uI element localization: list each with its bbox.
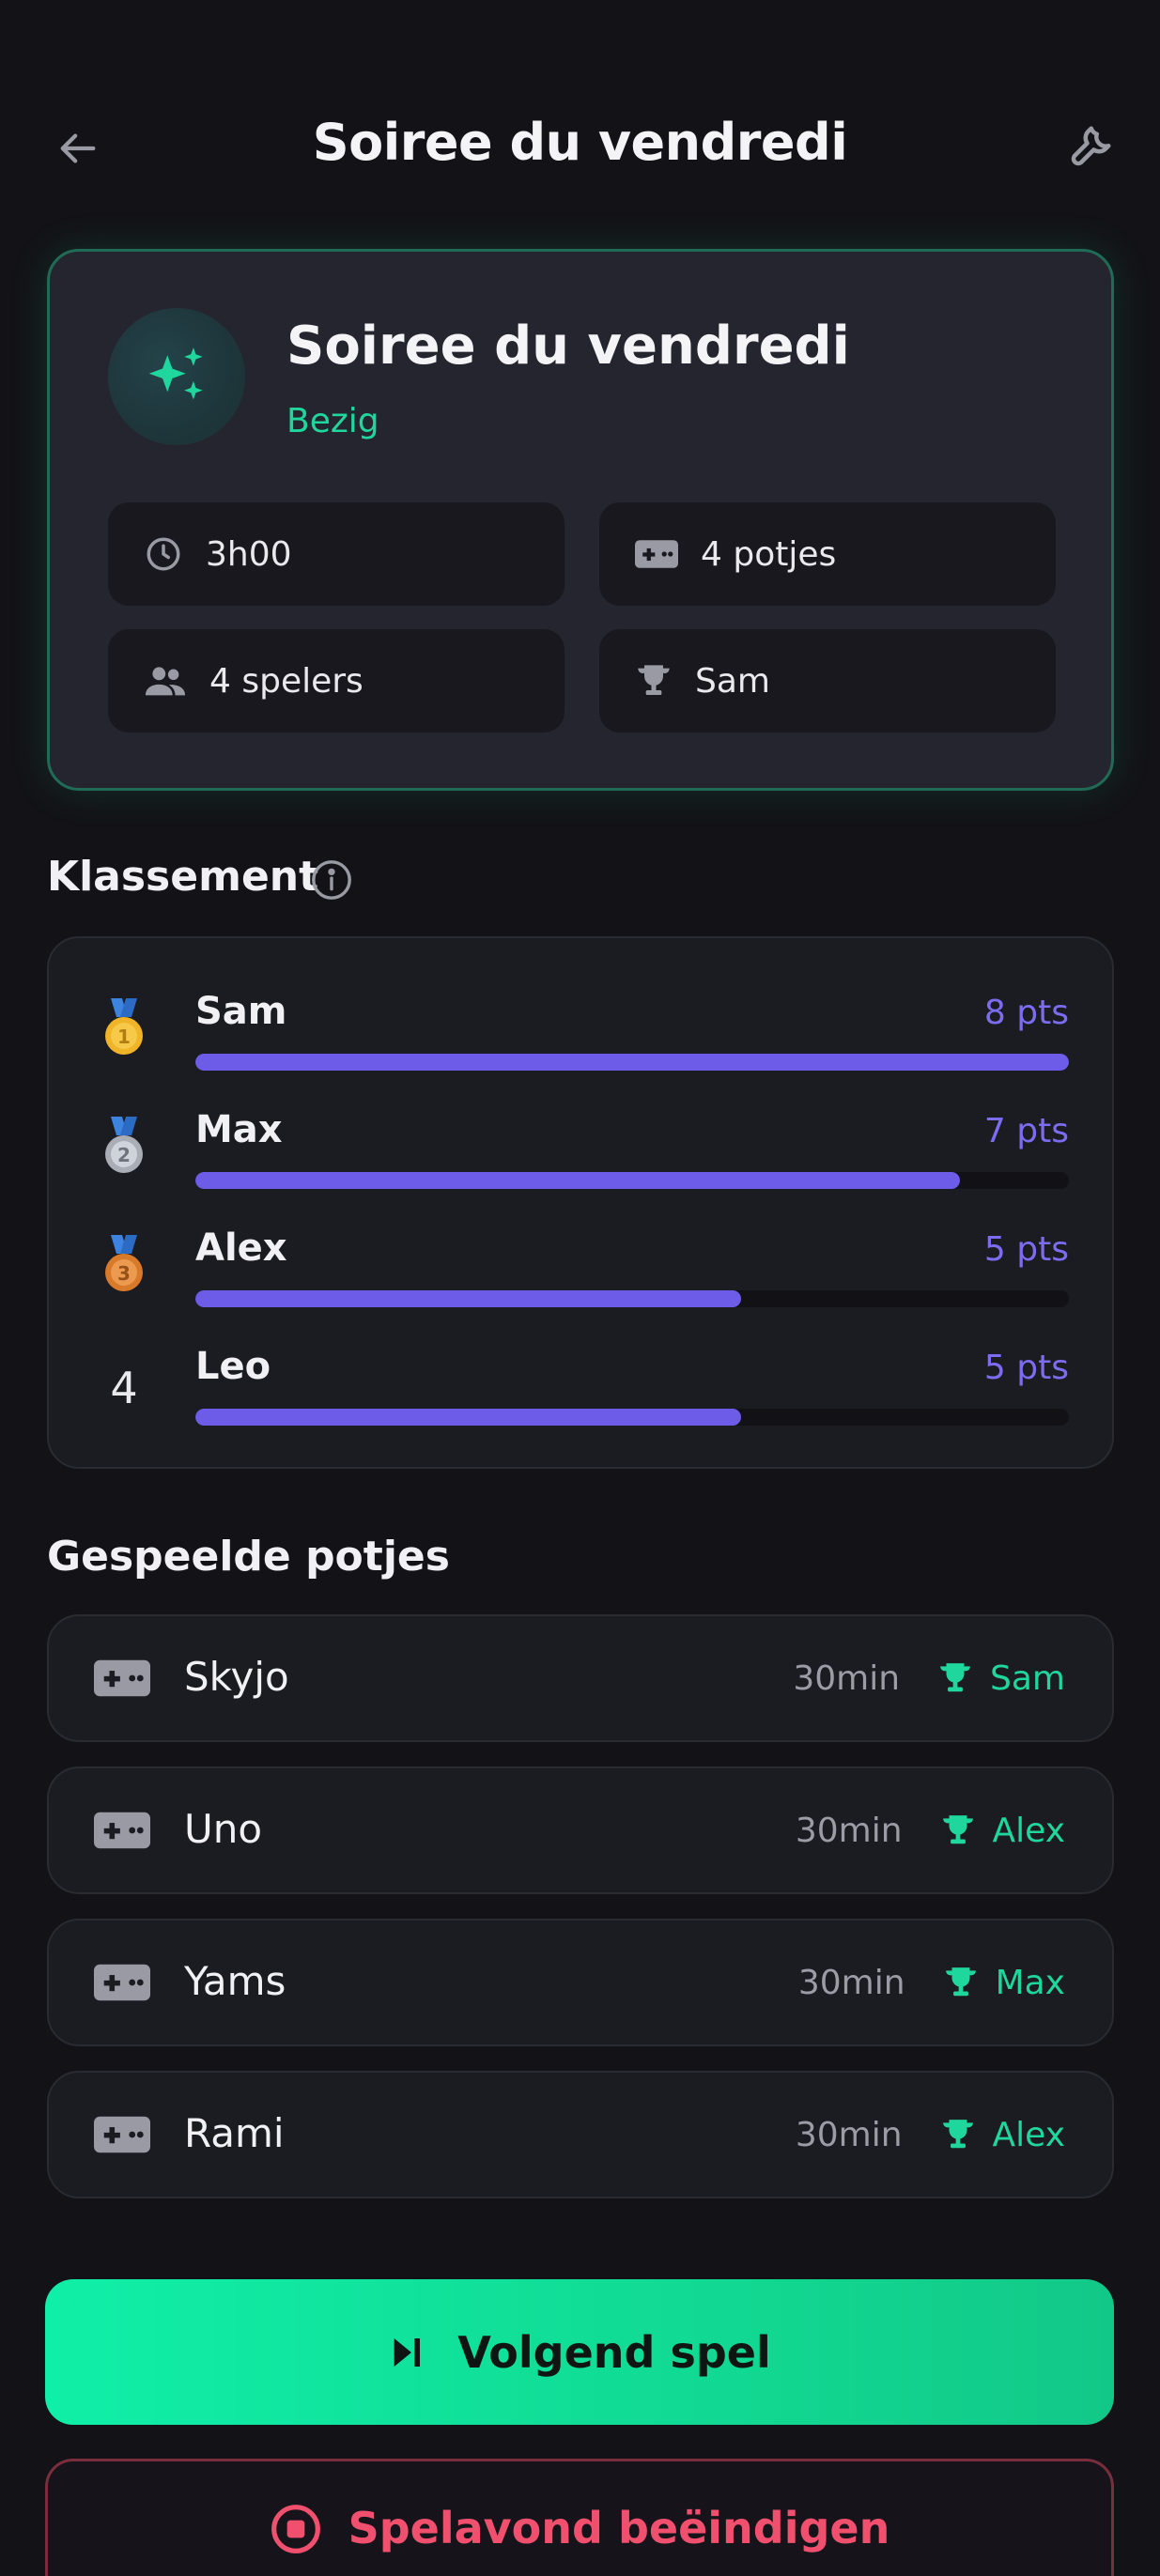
player-points: 5 pts xyxy=(983,1230,1069,1269)
player-name: Sam xyxy=(195,990,287,1033)
stat-duration: 3h00 xyxy=(108,502,565,606)
game-duration: 30min xyxy=(797,1963,905,2002)
sparkles-icon xyxy=(148,347,203,400)
game-duration: 30min xyxy=(795,2115,903,2154)
player-points: 8 pts xyxy=(983,994,1069,1032)
svg-text:2: 2 xyxy=(117,1144,131,1166)
stat-games-value: 4 potjes xyxy=(701,534,837,574)
points-bar-fill xyxy=(195,1409,742,1426)
game-name: Rami xyxy=(184,2110,285,2156)
stop-circle-icon xyxy=(271,2505,320,2553)
wrench-icon xyxy=(1071,126,1111,166)
player-points: 7 pts xyxy=(983,1112,1069,1150)
clock-icon xyxy=(147,537,180,571)
game-name: Yams xyxy=(184,1958,286,2004)
gamepad-icon xyxy=(635,540,678,568)
stat-players-value: 4 spelers xyxy=(209,661,363,701)
trophy-icon xyxy=(942,2120,973,2149)
gamepad-icon xyxy=(94,1812,150,1849)
game-winner: Sam xyxy=(937,1659,1065,1698)
settings-button[interactable] xyxy=(1058,115,1123,180)
trophy-icon xyxy=(638,665,670,695)
player-name: Max xyxy=(195,1108,283,1151)
leaderboard-row: 4 Leo 5 pts xyxy=(49,1345,1116,1448)
game-name: Skyjo xyxy=(184,1654,289,1700)
game-item[interactable]: Skyjo 30min Sam xyxy=(47,1614,1114,1742)
game-item[interactable]: Rami 30min Alex xyxy=(47,2071,1114,2198)
gamepad-icon xyxy=(94,1659,150,1697)
stat-players: 4 spelers xyxy=(108,629,565,733)
end-evening-label: Spelavond beëindigen xyxy=(348,2503,890,2553)
player-name: Alex xyxy=(195,1226,287,1270)
game-duration: 30min xyxy=(795,1811,903,1850)
game-item[interactable]: Uno 30min Alex xyxy=(47,1766,1114,1894)
trophy-icon xyxy=(940,1663,970,1692)
silver-medal-icon: 2 xyxy=(86,1108,162,1183)
game-winner-name: Alex xyxy=(992,1811,1065,1850)
game-winner: Max xyxy=(943,1964,1065,2002)
points-bar xyxy=(195,1172,1069,1189)
leaderboard-row: 1 Sam 8 pts xyxy=(49,990,1116,1093)
end-evening-button[interactable]: Spelavond beëindigen xyxy=(45,2459,1114,2576)
session-status: Bezig xyxy=(286,402,379,440)
page-title: Soiree du vendredi xyxy=(312,113,848,172)
leaderboard-row: 3 Alex 5 pts xyxy=(49,1226,1116,1330)
game-meta: 30min Alex xyxy=(796,2073,1065,2197)
game-winner-name: Sam xyxy=(990,1658,1065,1698)
stat-leader: Sam xyxy=(599,629,1056,733)
svg-text:3: 3 xyxy=(117,1262,131,1285)
session-title: Soiree du vendredi xyxy=(286,316,850,377)
game-item[interactable]: Yams 30min Max xyxy=(47,1919,1114,2046)
game-winner-name: Max xyxy=(995,1963,1065,2002)
session-avatar xyxy=(108,308,245,445)
points-bar-fill xyxy=(195,1172,960,1189)
player-name: Leo xyxy=(195,1345,271,1388)
bronze-medal-icon: 3 xyxy=(86,1226,162,1302)
next-game-label: Volgend spel xyxy=(457,2326,771,2378)
points-bar-fill xyxy=(195,1054,1069,1071)
gamepad-icon xyxy=(94,2116,150,2153)
svg-text:1: 1 xyxy=(117,1026,131,1048)
group-icon xyxy=(145,667,186,696)
player-points: 5 pts xyxy=(983,1349,1069,1387)
points-bar xyxy=(195,1409,1069,1426)
trophy-icon xyxy=(942,1815,973,1844)
game-winner: Alex xyxy=(940,2116,1065,2154)
game-winner: Alex xyxy=(940,1812,1065,1850)
skip-next-icon xyxy=(394,2337,421,2367)
leaderboard-row: 2 Max 7 pts xyxy=(49,1108,1116,1211)
game-meta: 30min Alex xyxy=(796,1768,1065,1892)
stat-leader-value: Sam xyxy=(695,661,770,701)
games-title: Gespeelde potjes xyxy=(47,1533,450,1581)
stat-games: 4 potjes xyxy=(599,502,1056,606)
rank-number: 4 xyxy=(86,1350,162,1426)
next-game-button[interactable]: Volgend spel xyxy=(45,2279,1114,2425)
leaderboard-title: Klassement xyxy=(47,853,319,901)
gamepad-icon xyxy=(94,1964,150,2001)
game-meta: 30min Sam xyxy=(793,1616,1065,1740)
points-bar xyxy=(195,1054,1069,1071)
points-bar xyxy=(195,1290,1069,1307)
info-icon xyxy=(312,860,351,900)
rank-number-text: 4 xyxy=(110,1363,138,1413)
trophy-icon xyxy=(945,1967,976,1997)
game-winner-name: Alex xyxy=(992,2115,1065,2154)
stat-duration-value: 3h00 xyxy=(206,534,292,574)
game-meta: 30min Max xyxy=(798,1920,1065,2044)
leaderboard-info-button[interactable] xyxy=(310,858,353,902)
session-card: Soiree du vendredi Bezig 3h00 4 potjes 4… xyxy=(47,249,1114,791)
game-name: Uno xyxy=(184,1806,263,1852)
game-duration: 30min xyxy=(793,1658,901,1698)
leaderboard-card: 1 Sam 8 pts 2 Max 7 pts 3 Alex 5 pts 4 L… xyxy=(47,936,1114,1469)
points-bar-fill xyxy=(195,1290,742,1307)
gold-medal-icon: 1 xyxy=(86,990,162,1065)
